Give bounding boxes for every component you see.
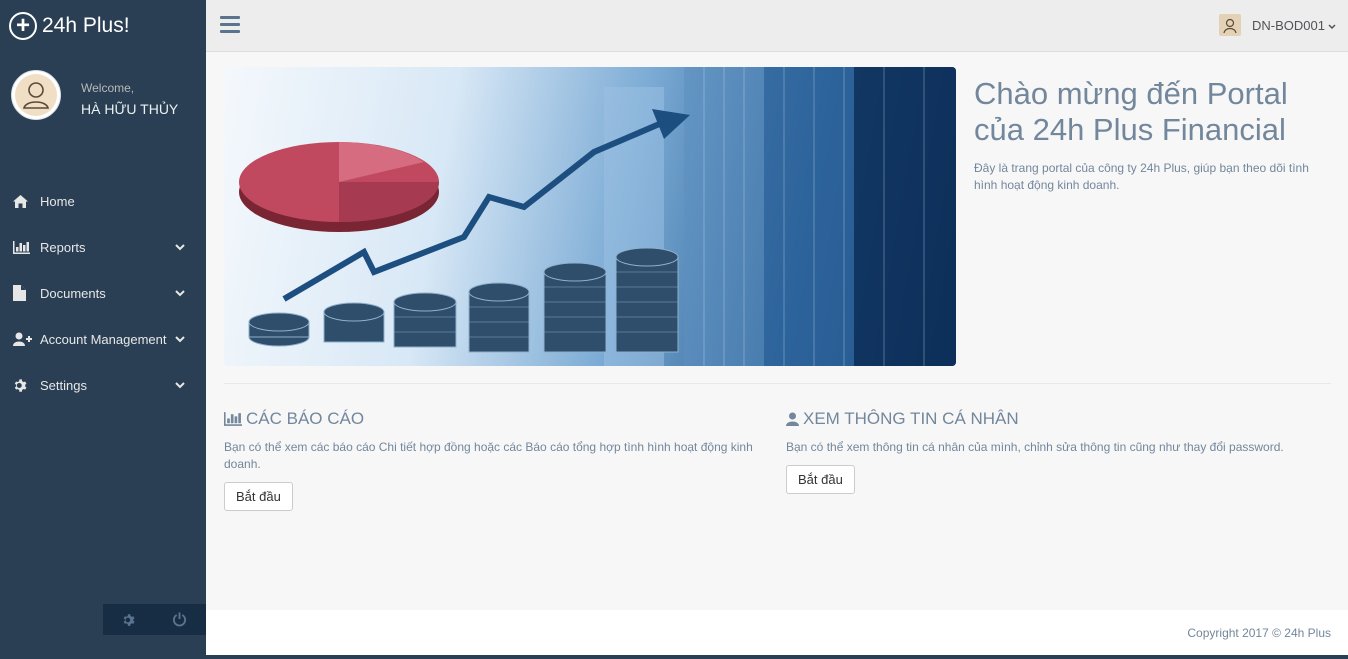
- copyright-text: Copyright 2017 © 24h Plus: [1187, 626, 1331, 640]
- gear-icon: [13, 378, 40, 393]
- power-icon: [172, 612, 187, 627]
- sidebar-item-label: Home: [40, 193, 75, 209]
- main-content: Chào mừng đến Portal của 24h Plus Financ…: [206, 52, 1348, 610]
- home-icon: [13, 194, 40, 208]
- footer: Copyright 2017 © 24h Plus: [206, 610, 1348, 655]
- sidebar-item-label: Reports: [40, 239, 86, 255]
- profile-section: XEM THÔNG TIN CÁ NHÂN Bạn có thể xem thô…: [786, 409, 1331, 494]
- sidebar-item-label: Documents: [40, 285, 106, 301]
- intro-block: Chào mừng đến Portal của 24h Plus Financ…: [974, 76, 1334, 194]
- avatar: [11, 70, 61, 120]
- page-title: Chào mừng đến Portal của 24h Plus Financ…: [974, 76, 1288, 147]
- bar-chart-icon: [13, 240, 40, 254]
- logout-button[interactable]: [154, 604, 205, 635]
- sidebar: + 24h Plus! Welcome, HÀ HỮU THỦY Home Re…: [0, 0, 206, 659]
- user-icon: [786, 412, 799, 426]
- gear-icon: [123, 613, 135, 626]
- sidebar-footer: [103, 604, 206, 635]
- profile-start-button[interactable]: Bắt đầu: [786, 465, 855, 494]
- sidebar-item-label: Account Management: [40, 331, 167, 347]
- top-nav: DN-BOD001: [206, 0, 1348, 52]
- profile: Welcome, HÀ HỮU THỦY: [0, 52, 206, 178]
- sidebar-menu: Home Reports Documents Account Managemen…: [0, 178, 206, 408]
- chevron-down-icon: [174, 287, 186, 299]
- user-add-icon: [13, 332, 40, 346]
- chevron-down-icon: [174, 333, 186, 345]
- settings-button[interactable]: [103, 604, 154, 635]
- chevron-down-icon: [1328, 18, 1336, 33]
- sidebar-item-documents[interactable]: Documents: [0, 270, 206, 316]
- finance-illustration: [239, 67, 956, 366]
- welcome-label: Welcome,: [81, 81, 135, 95]
- section-description: Bạn có thể xem các báo cáo Chi tiết hợp …: [224, 440, 753, 471]
- section-title: CÁC BÁO CÁO: [246, 409, 365, 428]
- reports-start-button[interactable]: Bắt đầu: [224, 482, 293, 511]
- brand-name: 24h Plus!: [42, 14, 130, 37]
- user-avatar-icon: [15, 74, 57, 116]
- profile-name: HÀ HỮU THỦY: [81, 101, 179, 117]
- username-label: DN-BOD001: [1252, 17, 1325, 33]
- user-avatar-icon: [1219, 14, 1242, 36]
- sidebar-item-reports[interactable]: Reports: [0, 224, 206, 270]
- brand[interactable]: + 24h Plus!: [0, 0, 206, 52]
- divider: [224, 383, 1331, 384]
- sidebar-item-label: Settings: [40, 377, 87, 393]
- section-title: XEM THÔNG TIN CÁ NHÂN: [803, 409, 1019, 428]
- plus-logo-icon: +: [9, 12, 37, 40]
- bottom-bar: [206, 655, 1348, 659]
- file-icon: [13, 285, 40, 301]
- section-description: Bạn có thể xem thông tin cá nhân của mìn…: [786, 440, 1284, 454]
- chevron-down-icon: [174, 379, 186, 391]
- intro-description: Đây là trang portal của công ty 24h Plus…: [974, 161, 1309, 192]
- user-menu[interactable]: DN-BOD001: [1219, 14, 1336, 36]
- reports-section: CÁC BÁO CÁO Bạn có thể xem các báo cáo C…: [224, 409, 769, 511]
- chevron-down-icon: [174, 241, 186, 253]
- sidebar-item-account-management[interactable]: Account Management: [0, 316, 206, 362]
- bar-chart-icon: [224, 412, 242, 426]
- hero-banner-image: [224, 67, 956, 366]
- menu-toggle-icon[interactable]: [220, 16, 240, 36]
- sidebar-item-home[interactable]: Home: [0, 178, 206, 224]
- sidebar-item-settings[interactable]: Settings: [0, 362, 206, 408]
